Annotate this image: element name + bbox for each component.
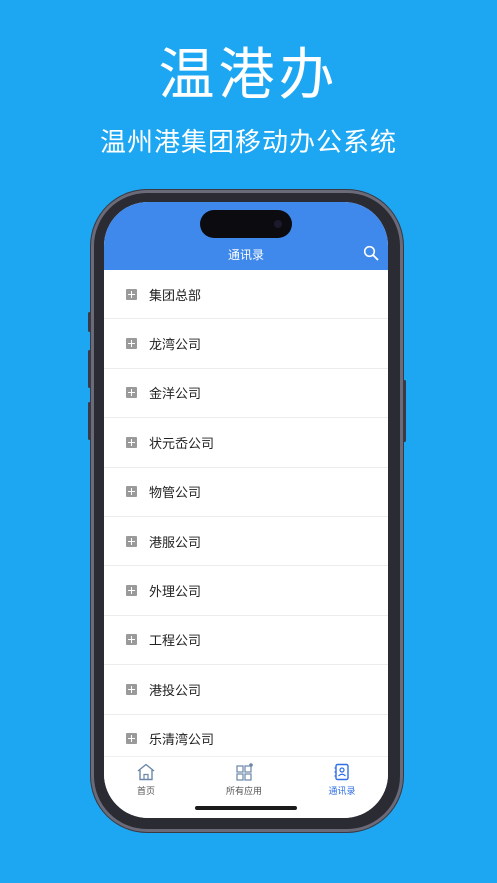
dynamic-island bbox=[200, 210, 292, 238]
tab-contacts-label: 通讯录 bbox=[328, 787, 356, 797]
expand-icon bbox=[126, 535, 137, 547]
list-item-label: 工程公司 bbox=[149, 634, 202, 650]
list-item-label: 乐清湾公司 bbox=[149, 733, 215, 749]
expand-icon bbox=[126, 733, 137, 745]
phone-screen: 通讯录 集团总部 龙湾公司 金洋公司 状元岙公司 物管公司 港服公司 外理公司 … bbox=[104, 202, 388, 818]
list-item[interactable]: 集团总部 bbox=[104, 270, 388, 320]
expand-icon bbox=[126, 288, 137, 300]
list-item[interactable]: 龙湾公司 bbox=[104, 319, 388, 369]
expand-icon bbox=[126, 634, 137, 646]
list-item[interactable]: 物管公司 bbox=[104, 468, 388, 517]
list-item-label: 龙湾公司 bbox=[149, 338, 202, 354]
tab-home-label: 首页 bbox=[136, 787, 155, 797]
page-title: 通讯录 bbox=[227, 248, 264, 262]
list-item[interactable]: 外理公司 bbox=[104, 566, 388, 616]
list-item[interactable]: 金洋公司 bbox=[104, 369, 388, 419]
hero-subtitle: 温州港集团移动办公系统 bbox=[99, 128, 397, 158]
list-item-label: 物管公司 bbox=[149, 486, 202, 502]
expand-icon bbox=[126, 338, 137, 350]
phone-volume-up-button bbox=[88, 350, 91, 388]
app-header: 通讯录 bbox=[104, 202, 388, 270]
expand-icon bbox=[126, 387, 137, 399]
hero-title: 温港办 bbox=[158, 43, 339, 108]
phone-volume-down-button bbox=[88, 402, 91, 440]
list-item-label: 外理公司 bbox=[149, 585, 202, 601]
department-list: 集团总部 龙湾公司 金洋公司 状元岙公司 物管公司 港服公司 外理公司 工程公司… bbox=[104, 270, 388, 764]
list-item-label: 集团总部 bbox=[149, 288, 202, 304]
list-item[interactable]: 状元岙公司 bbox=[104, 418, 388, 468]
tab-all-apps-label: 所有应用 bbox=[225, 787, 262, 797]
bottom-tab-bar: 首页 所有应用 通讯录 bbox=[104, 756, 388, 818]
tab-all-apps[interactable]: 所有应用 bbox=[204, 763, 284, 797]
list-item-label: 金洋公司 bbox=[149, 387, 202, 403]
list-item-label: 港投公司 bbox=[149, 683, 202, 699]
home-icon bbox=[137, 763, 155, 781]
list-item[interactable]: 港服公司 bbox=[104, 517, 388, 567]
list-item-label: 状元岙公司 bbox=[149, 436, 215, 452]
tab-contacts[interactable]: 通讯录 bbox=[302, 763, 382, 797]
search-icon[interactable] bbox=[363, 245, 379, 261]
phone-action-button bbox=[88, 312, 91, 332]
list-item[interactable]: 工程公司 bbox=[104, 616, 388, 666]
phone-power-button bbox=[403, 380, 406, 442]
list-item[interactable]: 港投公司 bbox=[104, 665, 388, 715]
contacts-icon bbox=[334, 763, 349, 781]
list-item-label: 港服公司 bbox=[149, 535, 202, 551]
tab-home[interactable]: 首页 bbox=[106, 763, 186, 797]
home-indicator bbox=[195, 806, 297, 810]
expand-icon bbox=[126, 436, 137, 448]
expand-icon bbox=[126, 585, 137, 597]
expand-icon bbox=[126, 486, 137, 498]
apps-icon bbox=[236, 763, 253, 781]
expand-icon bbox=[126, 683, 137, 695]
